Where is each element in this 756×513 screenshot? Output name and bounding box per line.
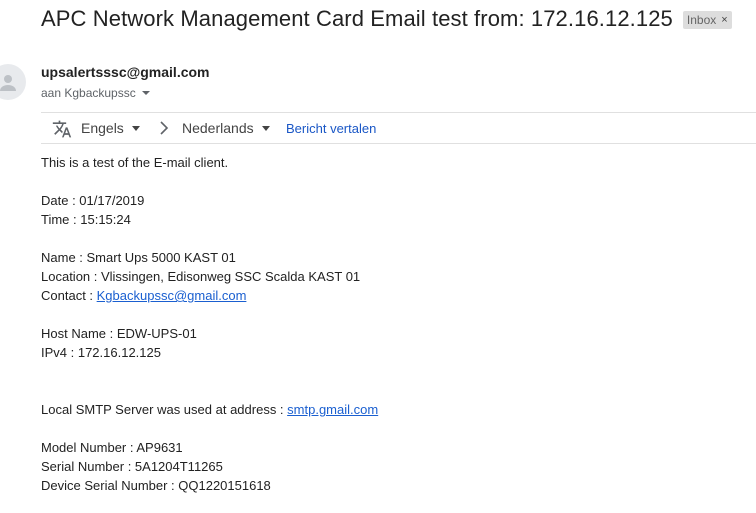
caret-down-icon[interactable] — [141, 91, 150, 95]
email-body: This is a test of the E-mail client. Dat… — [41, 153, 378, 495]
body-smtp: Local SMTP Server was used at address : … — [41, 400, 378, 419]
remove-label-icon[interactable]: × — [721, 14, 727, 26]
target-language-dropdown[interactable]: Nederlands — [182, 120, 270, 136]
body-model-number: Model Number : AP9631 — [41, 440, 183, 455]
contact-label: Contact : — [41, 288, 97, 303]
body-intro: This is a test of the E-mail client. — [41, 155, 229, 170]
body-time: Time : 15:15:24 — [41, 212, 131, 227]
source-language-dropdown[interactable]: Engels — [81, 120, 140, 136]
smtp-address-link[interactable]: smtp.gmail.com — [287, 402, 378, 417]
sender-email[interactable]: upsalertsssc@gmail.com — [41, 64, 210, 80]
recipient-row: aan Kgbackupssc — [41, 86, 150, 100]
body-contact: Contact : Kgbackupssc@gmail.com — [41, 286, 378, 305]
translate-message-link[interactable]: Bericht vertalen — [286, 121, 376, 136]
body-name: Name : Smart Ups 5000 KAST 01 — [41, 250, 236, 265]
translate-icon — [52, 120, 72, 138]
body-date: Date : 01/17/2019 — [41, 193, 145, 208]
body-ipv4: IPv4 : 172.16.12.125 — [41, 345, 161, 360]
body-device-serial-number: Device Serial Number : QQ1220151618 — [41, 478, 271, 493]
inbox-label-text: Inbox — [686, 13, 717, 27]
caret-down-icon — [261, 125, 270, 131]
source-language-label: Engels — [81, 120, 124, 136]
recipient-text: aan Kgbackupssc — [41, 86, 136, 100]
smtp-label: Local SMTP Server was used at address : — [41, 402, 288, 417]
body-host-name: Host Name : EDW-UPS-01 — [41, 326, 197, 341]
contact-email-link[interactable]: Kgbackupssc@gmail.com — [97, 288, 247, 303]
email-subject: APC Network Management Card Email test f… — [41, 6, 673, 31]
translate-bar: Engels Nederlands Bericht vertalen — [41, 112, 756, 144]
target-language-label: Nederlands — [182, 120, 254, 136]
caret-down-icon — [131, 125, 140, 131]
body-serial-number: Serial Number : 5A1204T11265 — [41, 459, 223, 474]
chevron-right-icon — [160, 121, 169, 135]
body-location: Location : Vlissingen, Edisonweg SSC Sca… — [41, 269, 361, 284]
sender-avatar[interactable] — [0, 64, 26, 100]
email-subject-row: APC Network Management Card Email test f… — [41, 6, 732, 32]
inbox-label-chip[interactable]: Inbox × — [682, 11, 732, 29]
person-avatar-icon — [0, 75, 16, 91]
